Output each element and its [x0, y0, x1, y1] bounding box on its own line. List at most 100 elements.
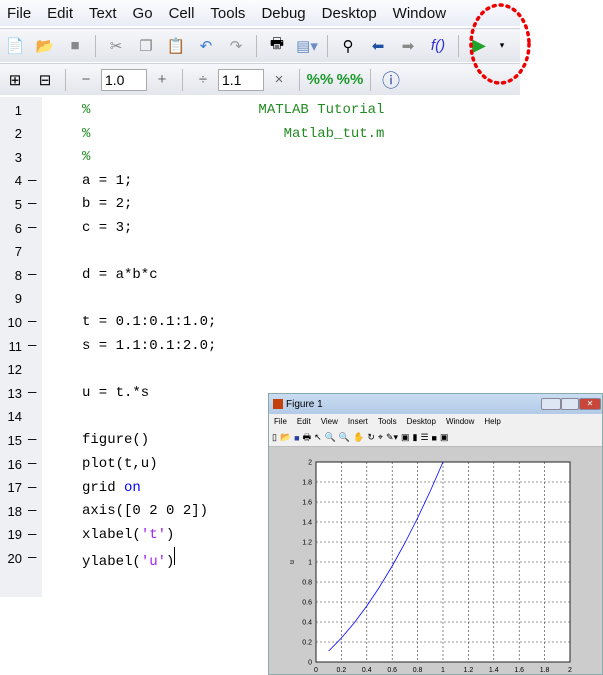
plot-area[interactable]: 0 0.2 0.4 0.6 0.8 1 1.2 1.4 1.6 1.8 2 0 0.2 0.4 0.6 0.8…	[269, 449, 602, 675]
code-token: c = 3;	[82, 220, 133, 236]
undo-icon[interactable]: ↶	[195, 36, 217, 56]
print-icon[interactable]: 🖶	[266, 35, 288, 56]
hide-plot-tools-icon[interactable]: ■	[432, 433, 437, 443]
menu-window[interactable]: Window	[393, 5, 446, 22]
code-line[interactable]: 10 — t = 0.1:0.1:1.0;	[0, 311, 520, 333]
copy-icon[interactable]: ❐	[135, 36, 157, 56]
open-folder-icon[interactable]: 📂	[34, 36, 56, 56]
code-line[interactable]: 11 — s = 1.1:0.1:2.0;	[0, 335, 520, 357]
back-arrow-icon[interactable]: ⬅	[367, 36, 389, 56]
menu-file[interactable]: File	[7, 5, 31, 22]
y-tick-label: 1	[308, 560, 312, 567]
matlab-logo-icon	[273, 399, 283, 409]
rotate-icon[interactable]: ↻	[367, 432, 375, 443]
menu-desktop[interactable]: Desktop	[322, 5, 377, 22]
breakpoint-marker[interactable]: —	[28, 196, 36, 212]
breakpoint-marker[interactable]: —	[28, 338, 36, 354]
forward-arrow-icon[interactable]: ➡	[397, 36, 419, 56]
code-line[interactable]: 6 — c = 3;	[0, 217, 520, 239]
x-tick-label: 0.2	[337, 667, 347, 674]
code-line[interactable]: 2 % Matlab_tut.m	[0, 123, 520, 145]
code-line[interactable]: 5 — b = 2;	[0, 193, 520, 215]
info-icon[interactable]: ⓘ	[380, 70, 402, 91]
find-binoculars-icon[interactable]: ⚲	[337, 36, 359, 56]
colorbar-icon[interactable]: ▮	[413, 432, 418, 443]
minimize-button[interactable]	[541, 398, 561, 410]
increment-button[interactable]: +	[151, 70, 173, 90]
code-text: grid on	[82, 480, 141, 496]
code-token: % Matlab_tut.m	[82, 125, 385, 142]
show-plot-tools-icon[interactable]: ▣	[440, 432, 449, 443]
x-tick-label: 0.4	[362, 667, 372, 674]
code-line[interactable]: 7	[0, 241, 520, 263]
save-icon[interactable]: ■	[64, 36, 86, 56]
breakpoint-marker[interactable]: —	[28, 385, 36, 401]
function-icon[interactable]: f()	[427, 36, 449, 56]
cut-icon[interactable]: ✂	[105, 36, 127, 56]
decrement-button[interactable]: −	[75, 70, 97, 90]
insert-comment-icon[interactable]: %%	[307, 70, 334, 90]
save-icon[interactable]: ■	[294, 433, 299, 443]
menu-go[interactable]: Go	[133, 5, 153, 22]
legend-icon[interactable]: ☰	[420, 432, 428, 443]
code-token: )	[166, 526, 175, 543]
divide-button[interactable]: ÷	[192, 70, 214, 90]
breakpoint-marker[interactable]: —	[28, 480, 36, 496]
code-line[interactable]: 3%	[0, 146, 520, 168]
menu-cell[interactable]: Cell	[169, 5, 195, 22]
code-line[interactable]: 1 % MATLAB Tutorial	[0, 99, 520, 121]
line-number: 9	[14, 291, 22, 307]
breakpoint-marker[interactable]: —	[28, 220, 36, 236]
maximize-button[interactable]	[561, 398, 579, 410]
pan-icon[interactable]: ✋	[353, 432, 364, 443]
menu-debug[interactable]: Debug	[261, 5, 305, 22]
breakpoint-marker[interactable]: —	[28, 550, 36, 566]
code-line[interactable]: 8 — d = a*b*c	[0, 264, 520, 286]
open-icon[interactable]: 📂	[280, 432, 291, 443]
menu-tools[interactable]: Tools	[210, 5, 245, 22]
figure-menu-help[interactable]: Help	[484, 417, 500, 426]
breakpoint-marker[interactable]: —	[28, 314, 36, 330]
increment-value-input[interactable]	[101, 68, 147, 91]
breakpoint-marker[interactable]: —	[28, 173, 36, 189]
code-line[interactable]: 12	[0, 359, 520, 381]
insert-cell-icon[interactable]: ⊞	[4, 70, 26, 90]
scale-value-input[interactable]	[218, 68, 264, 91]
redo-icon[interactable]: ↷	[225, 36, 247, 56]
breakpoint-marker[interactable]: —	[28, 432, 36, 448]
new-file-icon[interactable]: 📄	[4, 36, 26, 56]
eval-cell-icon[interactable]: ⊟	[34, 70, 56, 90]
figure-menu-view[interactable]: View	[321, 417, 338, 426]
print-icon[interactable]: 🖶	[303, 430, 312, 446]
paste-icon[interactable]: 📋	[165, 36, 187, 56]
figure-menu-window[interactable]: Window	[446, 417, 474, 426]
breakpoint-marker[interactable]: —	[28, 456, 36, 472]
breakpoint-marker[interactable]: —	[28, 527, 36, 543]
figure-menu-tools[interactable]: Tools	[378, 417, 397, 426]
code-line[interactable]: 4 — a = 1;	[0, 170, 520, 192]
breakpoint-marker[interactable]: —	[28, 267, 36, 283]
zoom-out-icon[interactable]: 🔍	[339, 432, 350, 443]
code-line[interactable]: 9	[0, 288, 520, 310]
new-figure-icon[interactable]: ▯	[272, 432, 277, 443]
code-token: %	[82, 149, 91, 166]
link-icon[interactable]: ▣	[401, 432, 410, 443]
data-cursor-icon[interactable]: ⌖	[378, 432, 383, 443]
figure-menu-desktop[interactable]: Desktop	[407, 417, 436, 426]
comment-dropdown-icon[interactable]: %%	[337, 70, 364, 90]
menu-edit[interactable]: Edit	[47, 5, 73, 22]
figure-menu-insert[interactable]: Insert	[348, 417, 368, 426]
pointer-icon[interactable]: ↖	[314, 432, 322, 443]
brush-icon[interactable]: ✎▾	[386, 432, 398, 443]
publish-icon[interactable]: ▤▾	[296, 36, 318, 56]
zoom-in-icon[interactable]: 🔍	[325, 432, 336, 443]
figure-menu-file[interactable]: File	[274, 417, 287, 426]
separator	[458, 34, 459, 57]
figure-menu-edit[interactable]: Edit	[297, 417, 311, 426]
code-token: 'u'	[140, 553, 167, 570]
breakpoint-marker[interactable]: —	[28, 503, 36, 519]
close-button[interactable]: ✕	[579, 398, 601, 410]
menu-text[interactable]: Text	[89, 5, 117, 22]
code-token: u = t.*s	[82, 385, 150, 402]
multiply-button[interactable]: ×	[268, 70, 290, 90]
